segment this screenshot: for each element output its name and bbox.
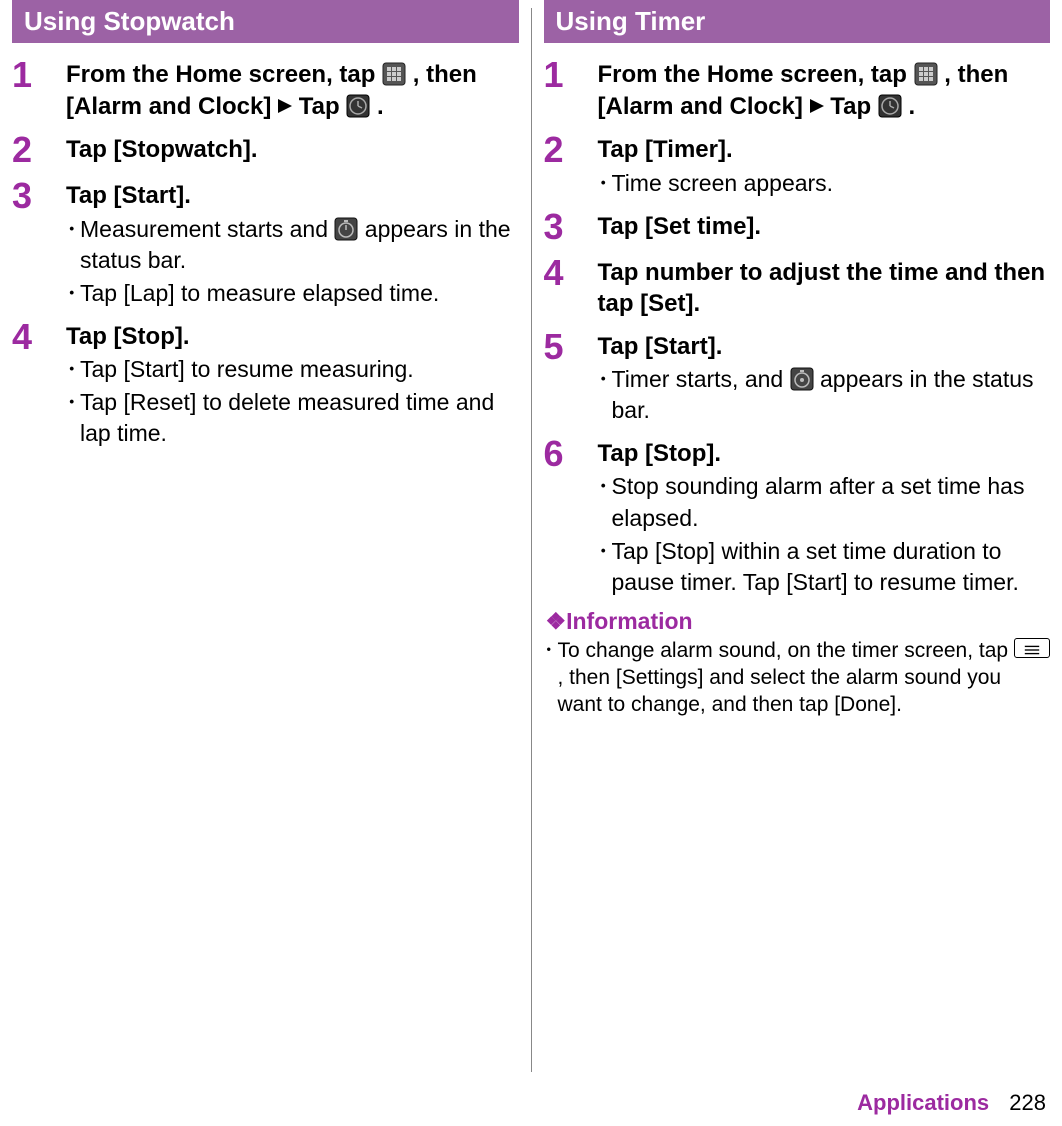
- step-main: Tap [Stop].: [66, 321, 519, 352]
- step-number: 3: [12, 178, 66, 214]
- step-number: 4: [12, 319, 66, 355]
- step: 2 Tap [Stopwatch].: [12, 132, 519, 168]
- step-sub: Time screen appears.: [598, 168, 1051, 199]
- arrow-right-icon: [810, 90, 824, 121]
- step-main: Tap [Start].: [598, 331, 1051, 362]
- left-column: Using Stopwatch 1 From the Home screen, …: [0, 0, 531, 1080]
- clock-icon: [878, 94, 902, 118]
- step-sub: Stop sounding alarm after a set time has…: [598, 471, 1051, 533]
- menu-key-icon: [1014, 638, 1050, 658]
- step-main: Tap [Start].: [66, 180, 519, 211]
- step-sub: Tap [Stop] within a set time duration to…: [598, 536, 1051, 598]
- section-title-stopwatch: Using Stopwatch: [12, 0, 519, 43]
- information-heading: ❖Information: [546, 608, 1051, 635]
- step-sub: Tap [Start] to resume measuring.: [66, 354, 519, 385]
- step: 1 From the Home screen, tap , then [Alar…: [12, 57, 519, 122]
- timer-statusbar-icon: [790, 367, 814, 391]
- step: 1 From the Home screen, tap , then [Alar…: [544, 57, 1051, 122]
- step-number: 6: [544, 436, 598, 472]
- arrow-right-icon: [278, 90, 292, 121]
- step: 4 Tap [Stop]. Tap [Start] to resume meas…: [12, 319, 519, 449]
- step-number: 3: [544, 209, 598, 245]
- step-main: Tap [Set time].: [598, 211, 1051, 242]
- step-number: 1: [12, 57, 66, 93]
- step-sub: Timer starts, and appears in the status …: [598, 364, 1051, 426]
- information-text: To change alarm sound, on the timer scre…: [544, 637, 1051, 719]
- step-sub: Tap [Reset] to delete measured time and …: [66, 387, 519, 449]
- step: 3 Tap [Start]. Measurement starts and ap…: [12, 178, 519, 308]
- step: 6 Tap [Stop]. Stop sounding alarm after …: [544, 436, 1051, 597]
- step-main: Tap [Timer].: [598, 134, 1051, 165]
- step-main: Tap [Stop].: [598, 438, 1051, 469]
- step-main: Tap number to adjust the time and then t…: [598, 257, 1051, 319]
- step-main: Tap [Stopwatch].: [66, 134, 519, 165]
- step-number: 4: [544, 255, 598, 291]
- step-number: 2: [12, 132, 66, 168]
- step-sub: Tap [Lap] to measure elapsed time.: [66, 278, 519, 309]
- step: 5 Tap [Start]. Timer starts, and appears…: [544, 329, 1051, 426]
- page-footer: Applications 228: [0, 1080, 1062, 1126]
- step-number: 1: [544, 57, 598, 93]
- step-number: 2: [544, 132, 598, 168]
- footer-section: Applications: [857, 1090, 989, 1115]
- section-title-timer: Using Timer: [544, 0, 1051, 43]
- apps-grid-icon: [914, 62, 938, 86]
- step-main: From the Home screen, tap , then [Alarm …: [66, 59, 519, 122]
- footer-page-number: 228: [1009, 1090, 1046, 1115]
- step-number: 5: [544, 329, 598, 365]
- clock-icon: [346, 94, 370, 118]
- step-sub: Measurement starts and appears in the st…: [66, 214, 519, 276]
- step-main: From the Home screen, tap , then [Alarm …: [598, 59, 1051, 122]
- stopwatch-statusbar-icon: [334, 217, 358, 241]
- apps-grid-icon: [382, 62, 406, 86]
- step: 4 Tap number to adjust the time and then…: [544, 255, 1051, 319]
- right-column: Using Timer 1 From the Home screen, tap …: [532, 0, 1062, 1080]
- step: 2 Tap [Timer]. Time screen appears.: [544, 132, 1051, 198]
- step: 3 Tap [Set time].: [544, 209, 1051, 245]
